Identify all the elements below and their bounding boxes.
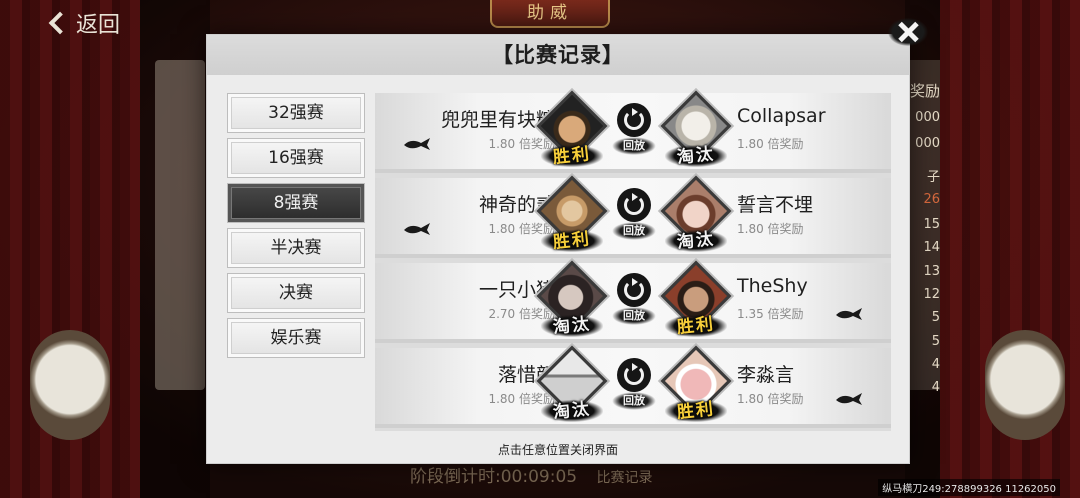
replay-label: 回放 [612, 222, 656, 240]
player-avatar-left[interactable]: 胜利 [536, 175, 608, 258]
match-row: 落惜颜 1.80 倍奖励 淘汰 回放 胜利 李淼言 1.80 倍奖励 [375, 345, 891, 428]
match-list: 兜兜里有块糖 1.80 倍奖励 胜利 回放 淘汰 Collapsar 1.80 … [375, 90, 891, 431]
replay-label: 回放 [612, 307, 656, 325]
player-name-right: 誓言不埋 [737, 194, 814, 216]
match-row: 兜兜里有块糖 1.80 倍奖励 胜利 回放 淘汰 Collapsar 1.80 … [375, 90, 891, 173]
rank-mark: 子 [926, 170, 940, 185]
eliminated-stamp: 淘汰 [552, 399, 592, 423]
player-avatar-left[interactable]: 淘汰 [536, 345, 608, 428]
player-rate-right: 1.80 倍奖励 [737, 222, 804, 236]
player-avatar-right[interactable]: 胜利 [660, 345, 732, 428]
player-avatar-right[interactable]: 胜利 [660, 260, 732, 343]
player-name-right: 李淼言 [737, 364, 795, 386]
win-stamp: 胜利 [676, 314, 716, 338]
tab-round-16[interactable]: 16强赛 [227, 138, 365, 178]
player-rate-right: 1.80 倍奖励 [737, 137, 804, 151]
replay-label: 回放 [612, 392, 656, 410]
dialog-title: 【比赛记录】 [207, 35, 909, 75]
win-stamp: 胜利 [552, 144, 592, 168]
rank-number: 5 [931, 310, 940, 325]
background-panel-left [155, 60, 205, 390]
player-avatar-left[interactable]: 淘汰 [536, 260, 608, 343]
player-rate-right: 1.35 倍奖励 [737, 307, 804, 321]
rank-number: 12 [923, 287, 940, 302]
rank-number: 13 [923, 264, 940, 279]
reward-value: 000 [915, 136, 940, 151]
replay-button[interactable]: 回放 [612, 356, 656, 418]
eliminated-stamp: 淘汰 [552, 314, 592, 338]
rank-number: 14 [923, 240, 940, 255]
player-name-right: TheShy [737, 275, 808, 297]
match-record-dialog: 【比赛记录】 32强赛 16强赛 8强赛 半决赛 决赛 娱乐赛 兜兜里有块糖 1… [206, 34, 910, 464]
player-avatar-right[interactable]: 淘汰 [660, 175, 732, 258]
tab-round-32[interactable]: 32强赛 [227, 93, 365, 133]
tab-final[interactable]: 决赛 [227, 273, 365, 313]
fish-icon [836, 393, 862, 405]
tab-entertainment[interactable]: 娱乐赛 [227, 318, 365, 358]
reward-value: 000 [915, 110, 940, 125]
replay-button[interactable]: 回放 [612, 186, 656, 248]
eliminated-stamp: 淘汰 [676, 229, 716, 253]
player-avatar-right[interactable]: 淘汰 [660, 90, 732, 173]
round-tabs: 32强赛 16强赛 8强赛 半决赛 决赛 娱乐赛 [227, 93, 365, 363]
background-ranking-column: 奖励 000 000 子 26 15 14 13 12 5 5 4 4 [906, 80, 948, 400]
countdown-bar: 阶段倒计时:00:09:05 比赛记录 [410, 462, 710, 487]
rank-number: 4 [931, 357, 940, 372]
replay-button[interactable]: 回放 [612, 101, 656, 163]
replay-button[interactable]: 回放 [612, 271, 656, 333]
reward-header: 奖励 [909, 82, 940, 100]
rank-number: 15 [923, 217, 940, 232]
drum-right [985, 330, 1065, 440]
rank-number: 4 [931, 380, 940, 395]
fish-icon [404, 223, 430, 235]
win-stamp: 胜利 [676, 399, 716, 423]
eliminated-stamp: 淘汰 [676, 144, 716, 168]
fish-icon [404, 138, 430, 150]
back-button[interactable]: 返回 [46, 6, 120, 40]
back-label: 返回 [76, 13, 121, 38]
fish-icon [836, 308, 862, 320]
win-stamp: 胜利 [552, 229, 592, 253]
close-button[interactable] [884, 14, 932, 50]
rank-number: 5 [931, 334, 940, 349]
match-row: 一只小猪 2.70 倍奖励 淘汰 回放 胜利 TheShy 1.35 倍奖励 [375, 260, 891, 343]
top-banner: 助威 [490, 0, 610, 28]
player-name-right: Collapsar [737, 105, 826, 127]
chevron-left-icon [48, 11, 72, 35]
tab-round-8[interactable]: 8强赛 [227, 183, 365, 223]
rank-number: 26 [923, 192, 940, 207]
close-hint[interactable]: 点击任意位置关闭界面 [207, 441, 909, 458]
replay-label: 回放 [612, 137, 656, 155]
player-rate-right: 1.80 倍奖励 [737, 392, 804, 406]
drum-left [30, 330, 110, 440]
watermark: 纵马横刀249:278899326 11262050 [878, 479, 1060, 496]
match-row: 神奇的贰 1.80 倍奖励 胜利 回放 淘汰 誓言不埋 1.80 倍奖励 [375, 175, 891, 258]
tab-semifinal[interactable]: 半决赛 [227, 228, 365, 268]
player-avatar-left[interactable]: 胜利 [536, 90, 608, 173]
countdown-text: 阶段倒计时:00:09:05 [410, 467, 578, 487]
match-record-button-bg: 比赛记录 [596, 470, 653, 486]
